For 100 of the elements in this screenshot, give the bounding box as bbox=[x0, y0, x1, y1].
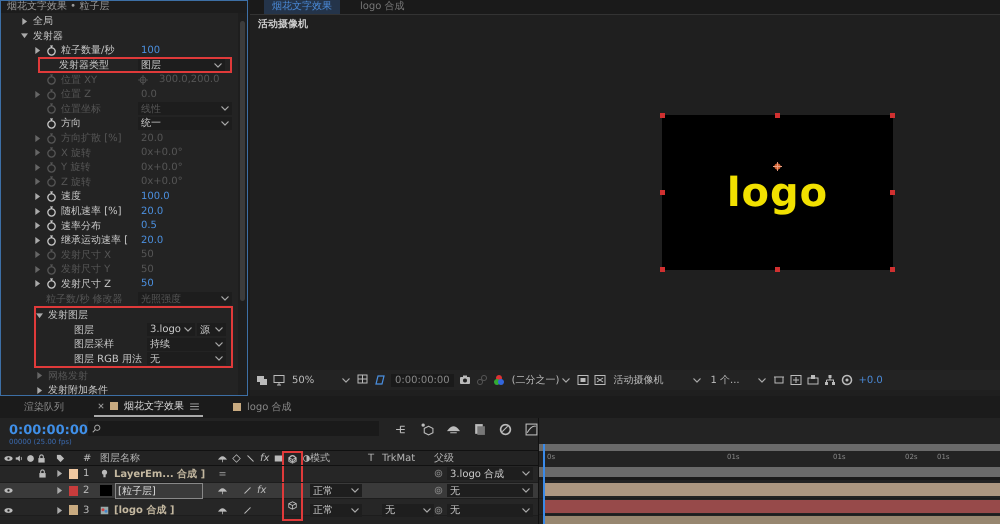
camera-icon[interactable] bbox=[458, 374, 471, 386]
mode-dropdown[interactable]: 正常 bbox=[310, 504, 362, 516]
timecode-field[interactable]: 0:00:00:00 bbox=[391, 374, 454, 386]
mask-icon[interactable] bbox=[374, 374, 386, 386]
twirl-icon[interactable] bbox=[21, 18, 28, 25]
stopwatch-icon[interactable] bbox=[46, 118, 57, 129]
twirl-icon[interactable] bbox=[21, 32, 28, 40]
fast-preview-icon[interactable] bbox=[790, 374, 802, 386]
dropdown[interactable]: 源 bbox=[196, 323, 226, 336]
dropdown[interactable]: 3.logo bbox=[147, 323, 195, 336]
mode-dropdown[interactable]: 正常 bbox=[310, 484, 362, 497]
label-color[interactable] bbox=[69, 486, 78, 496]
group-label: 全局 bbox=[33, 15, 53, 28]
twirl-icon[interactable] bbox=[36, 312, 43, 319]
parent-dropdown[interactable]: 3.logo 合成 bbox=[447, 467, 533, 480]
trkmat-dropdown[interactable]: 无 bbox=[382, 504, 434, 516]
twirl-icon[interactable] bbox=[34, 46, 41, 54]
motion-blur-icon[interactable] bbox=[499, 422, 512, 436]
grid-icon[interactable] bbox=[357, 374, 369, 386]
parent-dropdown[interactable]: 无 bbox=[447, 484, 533, 497]
shy-switch-icon[interactable] bbox=[218, 486, 227, 495]
dropdown[interactable]: 持续 bbox=[147, 338, 226, 351]
layer-name[interactable]: LayerEm... 合成 ] bbox=[112, 466, 208, 481]
property-value[interactable]: 50 bbox=[138, 278, 154, 290]
resize-handle[interactable] bbox=[890, 267, 895, 272]
stopwatch-icon[interactable] bbox=[46, 190, 57, 202]
layer-name[interactable]: [粒子层] bbox=[115, 482, 203, 498]
stopwatch-icon[interactable] bbox=[46, 206, 57, 217]
twirl-icon[interactable] bbox=[36, 386, 43, 394]
region-icon[interactable] bbox=[577, 374, 590, 386]
composition-flowchart-icon[interactable] bbox=[395, 422, 408, 436]
viewer-tab[interactable]: logo 合成 bbox=[352, 0, 413, 14]
property-value[interactable]: 0.5 bbox=[138, 220, 157, 232]
timeline-tab[interactable]: logo 合成 bbox=[229, 398, 296, 416]
eye-icon[interactable] bbox=[4, 486, 13, 495]
zoom-dropdown[interactable]: 50% bbox=[290, 372, 352, 388]
flowchart-icon[interactable] bbox=[824, 374, 836, 386]
layer-name[interactable]: [logo 合成 ] bbox=[112, 503, 176, 517]
twirl-icon[interactable] bbox=[56, 487, 63, 494]
current-time[interactable]: 0:00:00:00 bbox=[9, 422, 88, 438]
label-color[interactable] bbox=[69, 468, 78, 479]
dropdown[interactable]: 无 bbox=[147, 352, 226, 366]
quality-switch-icon[interactable] bbox=[243, 486, 252, 495]
dropdown[interactable]: 统一 bbox=[138, 116, 232, 130]
resize-handle[interactable] bbox=[775, 267, 780, 272]
menu-icon[interactable] bbox=[190, 402, 199, 410]
monitor-icon[interactable] bbox=[273, 374, 285, 386]
resize-handle[interactable] bbox=[775, 113, 780, 118]
graph-editor-icon[interactable] bbox=[525, 422, 538, 436]
resize-handle[interactable] bbox=[890, 190, 895, 195]
resolution-dropdown[interactable]: (二分之一) bbox=[510, 372, 572, 388]
scrollbar[interactable] bbox=[238, 13, 247, 395]
stopwatch-icon[interactable] bbox=[46, 234, 57, 246]
color-channels-icon[interactable] bbox=[492, 374, 505, 386]
lock-icon[interactable] bbox=[38, 469, 47, 478]
property-value[interactable]: 100 bbox=[138, 44, 160, 56]
resize-handle[interactable] bbox=[660, 267, 665, 272]
camera-dropdown[interactable]: 活动摄像机 bbox=[611, 372, 704, 388]
property-value[interactable]: 20.0 bbox=[138, 206, 164, 217]
anchor-point-icon[interactable] bbox=[773, 162, 782, 171]
parent-dropdown[interactable]: 无 bbox=[447, 504, 533, 516]
layer-duration-bar[interactable] bbox=[544, 500, 1000, 513]
tab-label: logo 合成 bbox=[247, 400, 292, 414]
property-value[interactable]: 100.0 bbox=[138, 190, 170, 202]
timeline-icon[interactable] bbox=[807, 374, 820, 386]
dropdown[interactable]: 图层 bbox=[138, 58, 225, 72]
timeline-tab[interactable]: 渲染队列 bbox=[20, 398, 68, 416]
twirl-icon[interactable] bbox=[56, 470, 63, 478]
pixel-aspect-icon[interactable] bbox=[773, 374, 786, 386]
quality-switch-icon[interactable] bbox=[243, 506, 252, 514]
frame-blending-icon[interactable] bbox=[473, 422, 486, 436]
timeline-tab[interactable]: 烟花文字效果 bbox=[94, 397, 203, 417]
column-header: fx bbox=[260, 452, 270, 464]
close-icon[interactable] bbox=[98, 403, 104, 409]
resize-handle[interactable] bbox=[660, 113, 665, 118]
snapshot-icon[interactable] bbox=[256, 374, 268, 386]
label-color[interactable] bbox=[69, 505, 78, 515]
layer-duration-bar[interactable] bbox=[544, 483, 1000, 496]
transparency-grid-icon[interactable] bbox=[594, 374, 606, 386]
stopwatch-icon[interactable] bbox=[46, 278, 57, 290]
shy-switch-icon[interactable] bbox=[218, 506, 227, 514]
draft-3d-icon[interactable] bbox=[421, 422, 434, 436]
twirl-icon[interactable] bbox=[56, 506, 63, 514]
search-field[interactable] bbox=[88, 420, 379, 436]
property-value[interactable]: 20.0 bbox=[138, 234, 164, 246]
viewer-tab[interactable]: 烟花文字效果 bbox=[264, 0, 340, 14]
pick-whip-icon[interactable] bbox=[434, 506, 443, 514]
resize-handle[interactable] bbox=[660, 190, 665, 195]
eye-icon[interactable] bbox=[4, 506, 13, 514]
work-area-bar[interactable] bbox=[539, 467, 1000, 480]
exposure-value[interactable]: +0.0 bbox=[858, 374, 883, 386]
resize-handle[interactable] bbox=[890, 113, 895, 118]
layer-number: 2 bbox=[83, 485, 90, 496]
stopwatch-icon[interactable] bbox=[46, 220, 57, 232]
exposure-reset-icon[interactable] bbox=[841, 374, 854, 386]
composition-swatch bbox=[233, 403, 241, 411]
cube-icon[interactable] bbox=[288, 501, 297, 510]
logo-text: logo bbox=[726, 172, 828, 212]
view-layout-dropdown[interactable]: 1 个... bbox=[708, 372, 768, 388]
stopwatch-icon[interactable] bbox=[46, 44, 57, 56]
